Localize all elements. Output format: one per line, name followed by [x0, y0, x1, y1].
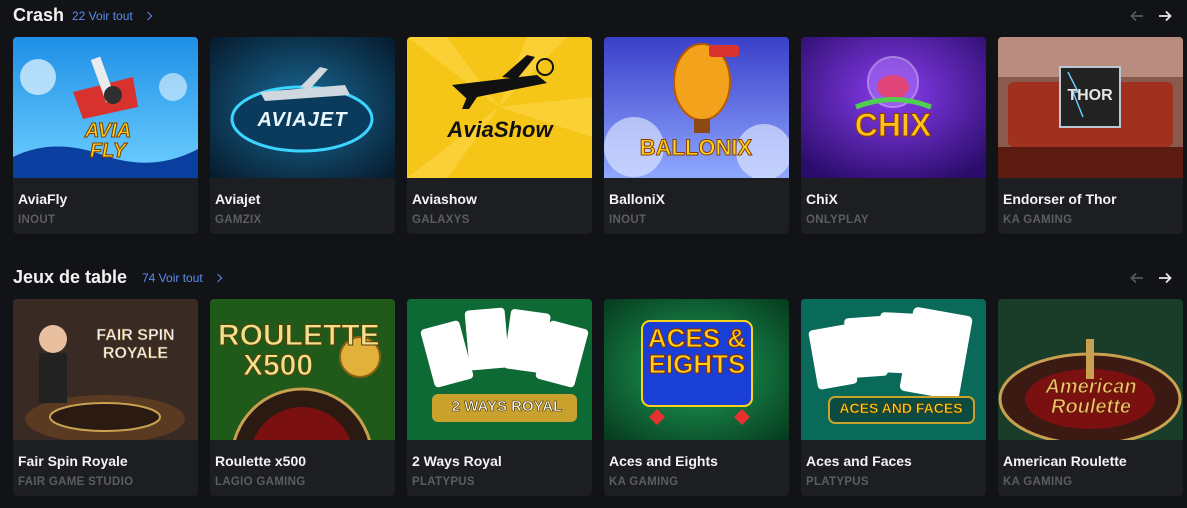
- game-name: BalloniX: [609, 191, 666, 207]
- game-carousel: AVIA FLY AviaFly INOUT AVIAJET Aviajet G…: [13, 37, 1183, 234]
- game-name: Fair Spin Royale: [18, 453, 128, 469]
- game-logo: AVIA FLY: [84, 120, 132, 162]
- game-thumbnail: American Roulette: [998, 299, 1183, 440]
- game-card-chix[interactable]: CHIX ChiX ONLYPLAY: [801, 37, 986, 234]
- see-all-link[interactable]: 22 Voir tout: [72, 9, 152, 23]
- game-logo: ROULETTE X500: [218, 319, 381, 382]
- game-name: Aviajet: [215, 191, 261, 207]
- arrow-left-icon: [1130, 10, 1143, 22]
- game-name: Aviashow: [412, 191, 477, 207]
- game-name: Aces and Faces: [806, 453, 912, 469]
- prev-button[interactable]: [1125, 268, 1149, 288]
- game-thumbnail: AVIA FLY: [13, 37, 198, 178]
- game-card-endorser-of-thor[interactable]: THOR Endorser of Thor KA GAMING: [998, 37, 1183, 234]
- game-logo: ACES AND FACES: [839, 400, 963, 417]
- arrow-left-icon: [1130, 272, 1143, 284]
- game-card-ballonix[interactable]: BALLONIX BalloniX INOUT: [604, 37, 789, 234]
- game-thumbnail: BALLONIX: [604, 37, 789, 178]
- next-button[interactable]: [1153, 6, 1177, 26]
- game-thumbnail: AVIAJET: [210, 37, 395, 178]
- see-all-link[interactable]: 74 Voir tout: [142, 271, 222, 285]
- game-name: 2 Ways Royal: [412, 453, 502, 469]
- game-name: AviaFly: [18, 191, 68, 207]
- see-all-label: 74 Voir tout: [142, 271, 203, 285]
- game-provider: KA GAMING: [609, 476, 679, 488]
- game-provider: ONLYPLAY: [806, 214, 869, 226]
- section-table-games: Jeux de table 74 Voir tout FAIR SPIN ROY…: [0, 262, 1187, 496]
- game-thumbnail: FAIR SPIN ROYALE: [13, 299, 198, 440]
- game-name: ChiX: [806, 191, 838, 207]
- game-card-aviajet[interactable]: AVIAJET Aviajet GAMZIX: [210, 37, 395, 234]
- game-card-2-ways-royal[interactable]: 2 WAYS ROYAL 2 Ways Royal PLATYPUS: [407, 299, 592, 496]
- game-logo: CHIX: [854, 107, 932, 144]
- section-crash: Crash 22 Voir tout AVIA FLY AviaFly INOU…: [0, 0, 1187, 234]
- game-card-fair-spin-royale[interactable]: FAIR SPIN ROYALE Fair Spin Royale FAIR G…: [13, 299, 198, 496]
- game-provider: GALAXYS: [412, 214, 470, 226]
- game-thumbnail: AviaShow: [407, 37, 592, 178]
- arrow-right-icon: [1159, 10, 1172, 22]
- section-header: Jeux de table 74 Voir tout: [0, 262, 1187, 292]
- chevron-right-icon: [213, 273, 222, 283]
- game-provider: KA GAMING: [1003, 214, 1073, 226]
- carousel-nav: [1125, 6, 1177, 26]
- game-name: Aces and Eights: [609, 453, 718, 469]
- game-thumbnail: ACES & EIGHTS: [604, 299, 789, 440]
- section-header: Crash 22 Voir tout: [0, 0, 1187, 30]
- game-carousel: FAIR SPIN ROYALE Fair Spin Royale FAIR G…: [13, 299, 1183, 496]
- game-thumbnail: ACES AND FACES: [801, 299, 986, 440]
- game-logo: BALLONIX: [639, 135, 753, 161]
- game-logo: 2 WAYS ROYAL: [451, 398, 563, 416]
- prev-button[interactable]: [1125, 6, 1149, 26]
- game-logo: ACES & EIGHTS: [647, 323, 747, 379]
- game-provider: PLATYPUS: [806, 476, 869, 488]
- game-logo: AviaShow: [447, 117, 553, 142]
- game-card-aces-and-eights[interactable]: ACES & EIGHTS Aces and Eights KA GAMING: [604, 299, 789, 496]
- game-card-aviafly[interactable]: AVIA FLY AviaFly INOUT: [13, 37, 198, 234]
- game-logo: THOR: [1067, 87, 1113, 104]
- carousel-nav: [1125, 268, 1177, 288]
- game-provider: PLATYPUS: [412, 476, 475, 488]
- game-thumbnail: CHIX: [801, 37, 986, 178]
- chevron-right-icon: [143, 11, 152, 21]
- game-thumbnail: ROULETTE X500: [210, 299, 395, 440]
- game-provider: FAIR GAME STUDIO: [18, 476, 134, 488]
- game-card-aces-and-faces[interactable]: ACES AND FACES Aces and Faces PLATYPUS: [801, 299, 986, 496]
- game-card-aviashow[interactable]: AviaShow Aviashow GALAXYS: [407, 37, 592, 234]
- game-name: American Roulette: [1003, 453, 1127, 469]
- game-provider: KA GAMING: [1003, 476, 1073, 488]
- section-title: Crash: [13, 5, 65, 25]
- arrow-right-icon: [1159, 272, 1172, 284]
- game-name: Endorser of Thor: [1003, 191, 1117, 207]
- game-thumbnail: 2 WAYS ROYAL: [407, 299, 592, 440]
- game-thumbnail: THOR: [998, 37, 1183, 178]
- game-provider: INOUT: [609, 214, 647, 226]
- next-button[interactable]: [1153, 268, 1177, 288]
- game-name: Roulette x500: [215, 453, 307, 469]
- game-provider: LAGIO GAMING: [215, 476, 306, 488]
- game-card-roulette-x500[interactable]: ROULETTE X500 Roulette x500 LAGIO GAMING: [210, 299, 395, 496]
- section-title: Jeux de table: [13, 267, 128, 287]
- game-card-american-roulette[interactable]: American Roulette American Roulette KA G…: [998, 299, 1183, 496]
- game-logo: FAIR SPIN ROYALE: [96, 327, 175, 363]
- game-logo: AVIAJET: [257, 109, 348, 131]
- game-provider: GAMZIX: [215, 214, 262, 226]
- game-logo: American Roulette: [1045, 376, 1137, 418]
- game-provider: INOUT: [18, 214, 56, 226]
- see-all-label: 22 Voir tout: [72, 9, 133, 23]
